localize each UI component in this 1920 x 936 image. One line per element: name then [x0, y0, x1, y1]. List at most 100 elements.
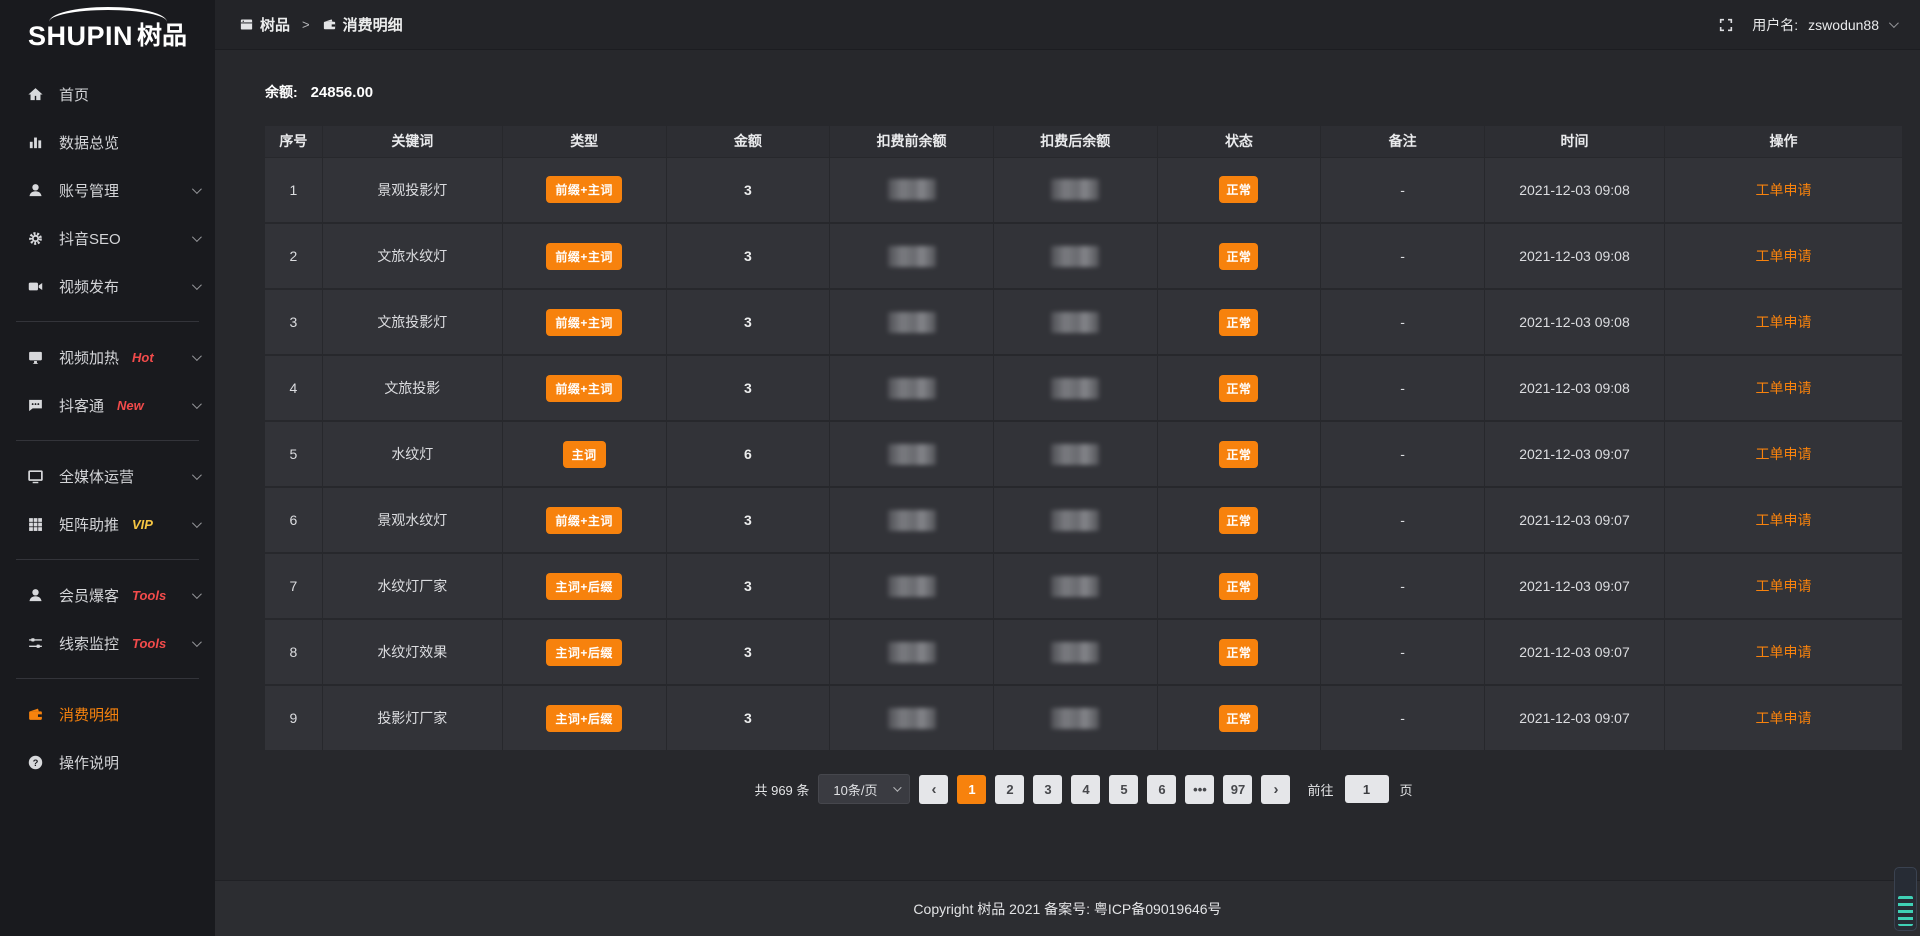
- fullscreen-icon[interactable]: [1718, 17, 1734, 33]
- redacted-balance-before: [888, 576, 936, 597]
- sidebar-item-tag: Hot: [132, 350, 154, 365]
- column-header: 时间: [1484, 126, 1664, 157]
- work-order-link[interactable]: 工单申请: [1756, 644, 1812, 660]
- type-badge: 主词+后缀: [546, 573, 622, 600]
- chevron-down-icon: [192, 637, 202, 647]
- work-order-link[interactable]: 工单申请: [1756, 248, 1812, 264]
- cell-status: 正常: [1157, 553, 1321, 619]
- sidebar-item-4[interactable]: 视频发布: [0, 262, 215, 310]
- redacted-balance-after: [1051, 179, 1099, 200]
- status-badge: 正常: [1219, 705, 1258, 732]
- breadcrumb-item-0[interactable]: 树品: [239, 14, 290, 35]
- page-button-5[interactable]: 5: [1109, 775, 1138, 804]
- cell-amount: 3: [666, 223, 830, 289]
- status-badge: 正常: [1219, 375, 1258, 402]
- cell-type: 前缀+主词: [502, 223, 666, 289]
- column-header: 扣费前余额: [830, 126, 994, 157]
- wallet-icon: [322, 17, 337, 32]
- scroll-widget[interactable]: [1894, 867, 1917, 931]
- table-row: 3文旅投影灯前缀+主词3正常-2021-12-03 09:08工单申请: [265, 289, 1902, 355]
- table-body: 1景观投影灯前缀+主词3正常-2021-12-03 09:08工单申请2文旅水纹…: [265, 157, 1902, 751]
- cell-keyword: 文旅水纹灯: [322, 223, 502, 289]
- chevron-down-icon: [894, 783, 902, 791]
- chevron-down-icon: [1889, 18, 1899, 28]
- cell-remark: -: [1321, 619, 1485, 685]
- cell-index: 1: [265, 157, 322, 223]
- user-menu[interactable]: 用户名: zswodun88: [1752, 15, 1896, 35]
- cell-remark: -: [1321, 487, 1485, 553]
- sidebar-divider: [16, 678, 199, 679]
- sidebar-item-6[interactable]: 视频加热Hot: [0, 333, 215, 381]
- redacted-balance-before: [888, 708, 936, 729]
- breadcrumb-item-1[interactable]: 消费明细: [322, 14, 403, 35]
- monitor-icon: [27, 468, 44, 485]
- sidebar-item-label: 消费明细: [59, 704, 119, 725]
- column-header: 序号: [265, 126, 322, 157]
- column-header: 金额: [666, 126, 830, 157]
- page-button-4[interactable]: 4: [1071, 775, 1100, 804]
- goto-page-input[interactable]: [1345, 775, 1389, 803]
- copyright-text: Copyright 树品 2021 备案号: 粤ICP备09019646号: [913, 899, 1221, 919]
- page-button-1[interactable]: 1: [957, 775, 986, 804]
- page-button-6[interactable]: 6: [1147, 775, 1176, 804]
- sidebar-item-0[interactable]: 首页: [0, 70, 215, 118]
- sidebar-item-2[interactable]: 账号管理: [0, 166, 215, 214]
- type-badge: 前缀+主词: [546, 176, 622, 203]
- sidebar-item-10[interactable]: 矩阵助推VIP: [0, 500, 215, 548]
- balance-label: 余额:: [265, 84, 298, 100]
- svg-text:?: ?: [33, 757, 39, 767]
- chevron-down-icon: [192, 470, 202, 480]
- brand-logo[interactable]: SHUPIN 树品: [0, 0, 215, 64]
- topbar-right: 用户名: zswodun88: [1718, 15, 1896, 35]
- app-window: SHUPIN 树品 首页数据总览账号管理抖音SEO视频发布视频加热Hot抖客通N…: [0, 0, 1920, 936]
- work-order-link[interactable]: 工单申请: [1756, 182, 1812, 198]
- status-badge: 正常: [1219, 441, 1258, 468]
- cell-time: 2021-12-03 09:07: [1484, 685, 1664, 751]
- sidebar-item-7[interactable]: 抖客通New: [0, 381, 215, 429]
- page-button-3[interactable]: 3: [1033, 775, 1062, 804]
- cell-index: 7: [265, 553, 322, 619]
- redacted-balance-before: [888, 179, 936, 200]
- cell-remark: -: [1321, 223, 1485, 289]
- page-button-97[interactable]: 97: [1223, 775, 1252, 804]
- work-order-link[interactable]: 工单申请: [1756, 512, 1812, 528]
- cell-type: 前缀+主词: [502, 289, 666, 355]
- cell-index: 2: [265, 223, 322, 289]
- grid-icon: [27, 516, 44, 533]
- page-button-2[interactable]: 2: [995, 775, 1024, 804]
- sidebar-item-3[interactable]: 抖音SEO: [0, 214, 215, 262]
- redacted-balance-after: [1051, 312, 1099, 333]
- cell-type: 主词: [502, 421, 666, 487]
- next-page-button[interactable]: ›: [1261, 775, 1290, 804]
- cell-balance-after: [993, 289, 1157, 355]
- status-badge: 正常: [1219, 176, 1258, 203]
- work-order-link[interactable]: 工单申请: [1756, 314, 1812, 330]
- cell-status: 正常: [1157, 619, 1321, 685]
- redacted-balance-after: [1051, 510, 1099, 531]
- sidebar-item-1[interactable]: 数据总览: [0, 118, 215, 166]
- cell-action: 工单申请: [1665, 223, 1902, 289]
- sidebar-item-16[interactable]: ?操作说明: [0, 738, 215, 786]
- screen-icon: [27, 349, 44, 366]
- work-order-link[interactable]: 工单申请: [1756, 578, 1812, 594]
- cell-index: 4: [265, 355, 322, 421]
- sidebar-divider: [16, 440, 199, 441]
- column-header: 操作: [1665, 126, 1902, 157]
- cell-balance-after: [993, 223, 1157, 289]
- work-order-link[interactable]: 工单申请: [1756, 710, 1812, 726]
- status-badge: 正常: [1219, 309, 1258, 336]
- sidebar-item-13[interactable]: 线索监控Tools: [0, 619, 215, 667]
- type-badge: 主词+后缀: [546, 639, 622, 666]
- sidebar-item-12[interactable]: 会员爆客Tools: [0, 571, 215, 619]
- cell-amount: 3: [666, 355, 830, 421]
- cell-remark: -: [1321, 157, 1485, 223]
- work-order-link[interactable]: 工单申请: [1756, 380, 1812, 396]
- chevron-down-icon: [192, 399, 202, 409]
- sidebar-item-9[interactable]: 全媒体运营: [0, 452, 215, 500]
- sidebar-item-tag: VIP: [132, 517, 153, 532]
- page-ellipsis-button[interactable]: •••: [1185, 775, 1214, 804]
- prev-page-button[interactable]: ‹: [919, 775, 948, 804]
- sidebar-item-15[interactable]: 消费明细: [0, 690, 215, 738]
- page-size-select[interactable]: 10条/页: [818, 774, 910, 804]
- work-order-link[interactable]: 工单申请: [1756, 446, 1812, 462]
